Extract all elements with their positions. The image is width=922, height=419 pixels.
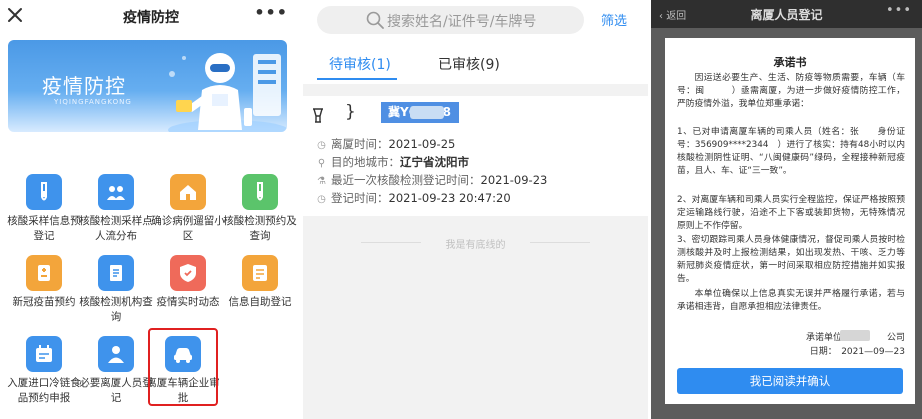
location-icon: ⚲ (317, 158, 326, 169)
grid-item-sampling-preregister[interactable]: 核酸采样信息预登记 (4, 174, 84, 254)
test-tube-icon (41, 182, 47, 201)
doctor-illustration-icon (168, 53, 287, 132)
document-icon (110, 265, 122, 281)
nav-bar: 疫情防控 ••• (0, 0, 302, 32)
nav-bar: ‹ 返回 离厦人员登记 ••• (651, 0, 922, 28)
row-label: 最近一次核酸检测登记时间： (331, 173, 481, 187)
banner-subtitle: YIQINGFANGKONG (54, 98, 132, 106)
search-input[interactable]: 搜索姓名/证件号/车牌号 (317, 6, 584, 34)
tab-reviewed[interactable]: 已审核(9) (438, 54, 500, 74)
letter-paragraph: 本单位确保以上信息真实无误并严格履行承诺，若与承诺相违背，自愿承担相应法律责任。 (677, 289, 905, 313)
top-section: 搜索姓名/证件号/车牌号 筛选 待审核(1) 已审核(9) (303, 0, 648, 84)
calendar-icon (36, 345, 52, 362)
name-brace: } (345, 102, 356, 122)
end-of-list-note: 我是有底线的 (445, 240, 506, 251)
grid-item-sampling-crowd[interactable]: 核酸检测采样点人流分布 (76, 174, 156, 254)
grid-icon-bg (170, 174, 206, 210)
person-icon (108, 346, 124, 363)
vaccine-icon (38, 265, 50, 281)
row-value: 2021-09-25 (388, 137, 456, 151)
row-value: 辽宁省沈阳市 (400, 155, 469, 169)
grid-icon-bg (170, 255, 206, 291)
house-icon (180, 185, 196, 200)
test-tube-icon (257, 182, 263, 201)
grid-label: 核酸检测预约及查询 (223, 215, 297, 242)
letter-paragraph: 1、已对申请离厦车辆的司乘人员（姓名：张 身份证号：356909****2344… (677, 127, 905, 177)
grid-icon-bg (26, 255, 62, 291)
grid-item-test-institution[interactable]: 核酸检测机构查询 (76, 255, 156, 335)
letter-paragraph: 2、对离厦车辆和司乘人员实行全程监控，保证严格按照预定运输路线行驶，沿途不上下客… (677, 195, 905, 232)
commitment-letter: 承诺书 因运送必要生产、生活、防疫等物质需要，车辆（车号：闽 ）亟需离厦，为进一… (665, 38, 915, 404)
search-icon (366, 11, 384, 29)
confirm-button[interactable]: 我已阅读并确认 (677, 368, 903, 394)
grid-icon-bg (242, 174, 278, 210)
grid-label: 新冠疫苗预约 (12, 296, 76, 308)
grid-icon-bg (26, 174, 62, 210)
banner-title: 疫情防控 (42, 74, 126, 98)
grid-label: 确诊病例遛留小区 (151, 215, 225, 242)
letter-paragraph: 因运送必要生产、生活、防疫等物质需要，车辆（车号：闽 ）亟需离厦，为进一步做好疫… (677, 73, 905, 110)
highlight-box (148, 328, 218, 406)
grid-label: 疫情实时动态 (156, 296, 220, 308)
list-item[interactable]: } 冀YG 8 ◷ 离厦时间：2021-09-25 ⚲ 目的地城市：辽宁省沈阳市 ⚗ 最… (303, 96, 648, 216)
banner: 疫情防控 YIQINGFANGKONG (8, 40, 287, 132)
row-destination: ⚲ 目的地城市：辽宁省沈阳市 (315, 154, 469, 170)
tab-pending[interactable]: 待审核(1) (329, 54, 391, 74)
more-icon[interactable]: ••• (886, 3, 912, 18)
shield-icon (180, 264, 196, 282)
row-label: 离厦时间： (331, 137, 389, 151)
grid-icon-bg (98, 336, 134, 372)
row-label: 目的地城市： (331, 155, 400, 169)
row-label: 登记时间： (331, 191, 389, 205)
epidemic-control-screen: 疫情防控 ••• 疫情防控 YIQINGFANGKONG 核酸采样信息预登记 核… (0, 0, 302, 419)
letter-title: 承诺书 (773, 56, 807, 69)
grid-label: 入厦进口冷链食品预约申报 (7, 377, 81, 404)
people-icon (107, 186, 125, 200)
flask-icon: ⚗ (317, 176, 326, 187)
grid-item-realtime-status[interactable]: 疫情实时动态 (148, 255, 228, 335)
review-list-screen: 搜索姓名/证件号/车牌号 筛选 待审核(1) 已审核(9) } 冀YG 8 ◷ 离厦… (303, 0, 648, 419)
grid-label: 核酸检测采样点人流分布 (79, 215, 153, 242)
grid-icon-bg (26, 336, 62, 372)
form-icon (253, 265, 267, 281)
grid-item-test-booking[interactable]: 核酸检测预约及查询 (220, 174, 300, 254)
more-icon[interactable]: ••• (254, 3, 288, 22)
grid-item-self-register[interactable]: 信息自助登记 (220, 255, 300, 335)
search-placeholder: 搜索姓名/证件号/车牌号 (387, 14, 537, 30)
row-leave-time: ◷ 离厦时间：2021-09-25 (315, 136, 455, 152)
grid-icon-bg (242, 255, 278, 291)
grid-label: 核酸采样信息预登记 (7, 215, 81, 242)
cup-icon (313, 108, 323, 123)
row-value: 2021-09-23 (480, 173, 548, 187)
page-title: 离厦人员登记 (750, 8, 823, 22)
name-redaction (840, 330, 870, 341)
sign-date: 日期： 2021—09—23 (809, 347, 905, 357)
grid-item-vaccine-booking[interactable]: 新冠疫苗预约 (4, 255, 84, 335)
row-last-test: ⚗ 最近一次核酸检测登记时间：2021-09-23 (315, 172, 547, 188)
letter-paragraph: 3、密切跟踪司乘人员身体健康情况，督促司乘人员按时检测核酸并及时上报检测结果，如… (677, 235, 905, 285)
grid-label: 核酸检测机构查询 (79, 296, 153, 323)
row-value: 2021-09-23 20:47:20 (388, 191, 511, 205)
grid-item-confirmed-community[interactable]: 确诊病例遛留小区 (148, 174, 228, 254)
plate-redaction (410, 106, 444, 119)
grid-icon-bg (98, 255, 134, 291)
commitment-letter-screen: ‹ 返回 离厦人员登记 ••• 承诺书 因运送必要生产、生活、防疫等物质需要，车… (651, 0, 922, 419)
grid-label: 信息自助登记 (228, 296, 292, 308)
tab-active-indicator (317, 78, 397, 80)
grid-item-cold-chain[interactable]: 入厦进口冷链食品预约申报 (4, 336, 84, 416)
clock-icon: ◷ (317, 140, 326, 151)
row-register-time: ◷ 登记时间：2021-09-23 20:47:20 (315, 190, 511, 206)
grid-icon-bg (98, 174, 134, 210)
divider (530, 242, 590, 243)
clock-icon: ◷ (317, 194, 326, 205)
filter-button[interactable]: 筛选 (601, 10, 627, 29)
